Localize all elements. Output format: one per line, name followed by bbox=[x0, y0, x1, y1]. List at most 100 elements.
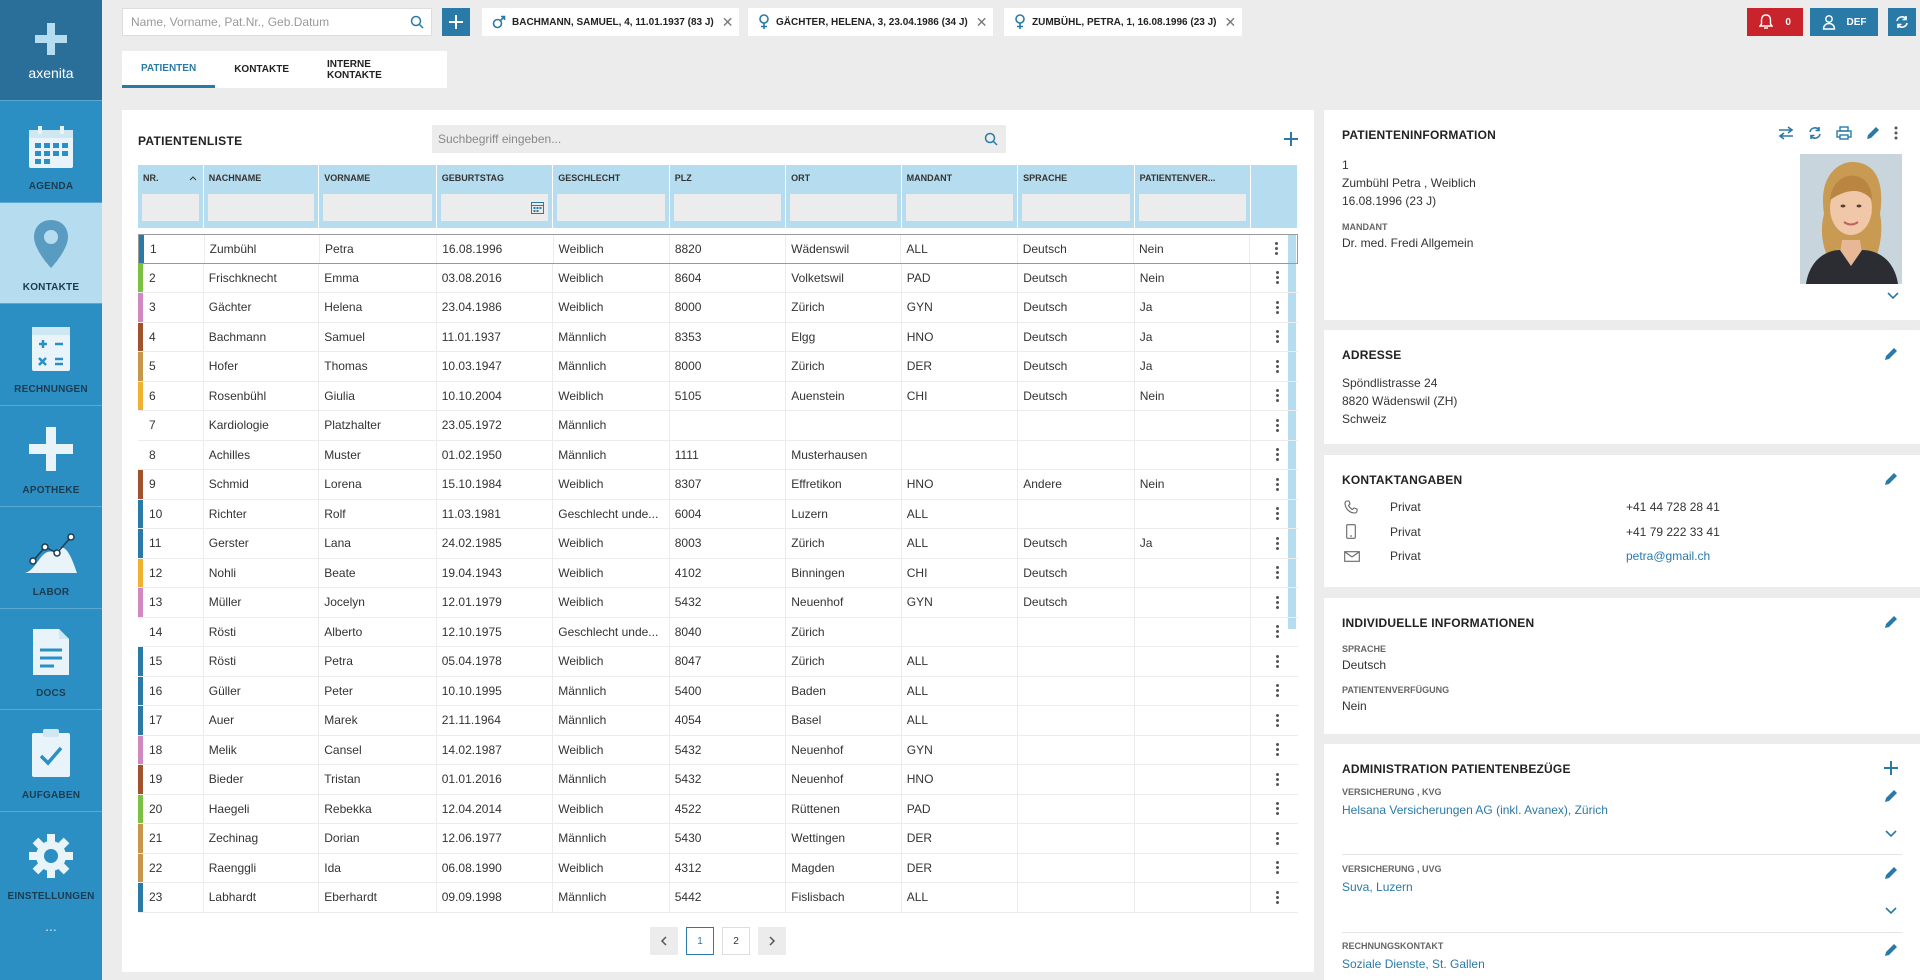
col-nr[interactable]: NR. bbox=[138, 165, 204, 191]
nav-apotheke[interactable]: APOTHEKE bbox=[0, 404, 102, 507]
admin-entry-link[interactable]: Suva, Luzern bbox=[1342, 878, 1413, 896]
plus-icon[interactable] bbox=[1884, 761, 1898, 775]
row-menu-button[interactable] bbox=[1251, 588, 1298, 617]
add-patient-icon[interactable] bbox=[1284, 132, 1298, 146]
chevron-down-icon[interactable] bbox=[1885, 907, 1897, 915]
row-menu-button[interactable] bbox=[1251, 411, 1298, 440]
row-menu-button[interactable] bbox=[1251, 470, 1298, 499]
table-row[interactable]: 13 Müller Jocelyn 12.01.1979 Weiblich 5432 Neu… bbox=[138, 588, 1298, 618]
patient-tab-gaechter[interactable]: GÄCHTER, HELENA, 3, 23.04.1986 (34 J) ✕ bbox=[748, 8, 994, 36]
row-menu-button[interactable] bbox=[1251, 352, 1298, 381]
row-menu-button[interactable] bbox=[1251, 647, 1298, 676]
filter-plz[interactable] bbox=[673, 194, 782, 221]
filter-sprache[interactable] bbox=[1022, 194, 1130, 221]
sync-icon[interactable] bbox=[1808, 126, 1822, 140]
row-menu-button[interactable] bbox=[1251, 382, 1298, 411]
col-patientenverfuegung[interactable]: PATIENTENVER... bbox=[1135, 165, 1252, 191]
search-icon[interactable] bbox=[984, 132, 1006, 146]
filter-ort[interactable] bbox=[790, 194, 897, 221]
edit-icon[interactable] bbox=[1884, 347, 1898, 361]
filter-mandant[interactable] bbox=[905, 194, 1014, 221]
alarm-button[interactable]: 0 bbox=[1747, 8, 1803, 36]
close-icon[interactable]: ✕ bbox=[1225, 14, 1237, 31]
row-menu-button[interactable] bbox=[1251, 736, 1298, 765]
edit-icon[interactable] bbox=[1884, 866, 1898, 880]
nav-agenda[interactable]: AGENDA bbox=[0, 100, 102, 202]
col-nachname[interactable]: NACHNAME bbox=[204, 165, 320, 191]
close-icon[interactable]: ✕ bbox=[722, 14, 734, 31]
table-row[interactable]: 8 Achilles Muster 01.02.1950 Männlich 1111 Mus… bbox=[138, 440, 1298, 470]
print-icon[interactable] bbox=[1836, 126, 1852, 140]
prev-page-button[interactable] bbox=[650, 927, 678, 955]
table-row[interactable]: 19 Bieder Tristan 01.01.2016 Männlich 5432 Neu… bbox=[138, 765, 1298, 795]
row-menu-button[interactable] bbox=[1251, 706, 1298, 735]
table-row[interactable]: 4 Bachmann Samuel 11.01.1937 Männlich 8353 Elg… bbox=[138, 322, 1298, 352]
row-menu-button[interactable] bbox=[1251, 883, 1298, 912]
nav-einstellungen[interactable]: EINSTELLUNGEN bbox=[0, 810, 102, 913]
patient-search-input[interactable] bbox=[123, 9, 403, 35]
filter-vorname[interactable] bbox=[323, 194, 432, 221]
table-row[interactable]: 17 Auer Marek 21.11.1964 Männlich 4054 Basel AL… bbox=[138, 706, 1298, 736]
row-menu-button[interactable] bbox=[1250, 235, 1297, 263]
list-search-input[interactable] bbox=[432, 132, 984, 146]
nav-rechnungen[interactable]: RECHNUNGEN bbox=[0, 303, 102, 405]
search-icon[interactable] bbox=[403, 15, 431, 29]
tab-kontakte[interactable]: KONTAKTE bbox=[215, 51, 308, 88]
nav-aufgaben[interactable]: AUFGABEN bbox=[0, 709, 102, 811]
edit-icon[interactable] bbox=[1866, 126, 1880, 140]
table-row[interactable]: 23 Labhardt Eberhardt 09.09.1998 Männlich 544… bbox=[138, 883, 1298, 913]
row-menu-button[interactable] bbox=[1251, 500, 1298, 529]
row-menu-button[interactable] bbox=[1251, 529, 1298, 558]
table-row[interactable]: 16 Güller Peter 10.10.1995 Männlich 5400 Baden… bbox=[138, 676, 1298, 706]
col-vorname[interactable]: VORNAME bbox=[319, 165, 437, 191]
edit-icon[interactable] bbox=[1884, 472, 1898, 486]
next-page-button[interactable] bbox=[758, 927, 786, 955]
tab-patienten[interactable]: PATIENTEN bbox=[122, 51, 216, 88]
row-menu-button[interactable] bbox=[1251, 765, 1298, 794]
filter-nr[interactable] bbox=[142, 194, 199, 221]
table-row[interactable]: 5 Hofer Thomas 10.03.1947 Männlich 8000 Zürich… bbox=[138, 352, 1298, 382]
row-menu-button[interactable] bbox=[1251, 795, 1298, 824]
col-mandant[interactable]: MANDANT bbox=[902, 165, 1019, 191]
axenita-logo[interactable]: axenita bbox=[0, 0, 102, 100]
row-menu-button[interactable] bbox=[1251, 854, 1298, 883]
nav-kontakte[interactable]: KONTAKTE bbox=[0, 201, 102, 303]
nav-more[interactable]: ... bbox=[0, 918, 102, 934]
table-row[interactable]: 7 Kardiologie Platzhalter 23.05.1972 Männlic… bbox=[138, 411, 1298, 441]
patient-tab-bachmann[interactable]: BACHMANN, SAMUEL, 4, 11.01.1937 (83 J) ✕ bbox=[482, 8, 740, 36]
tab-interne-kontakte[interactable]: INTERNE KONTAKTE bbox=[308, 51, 447, 88]
chevron-down-icon[interactable] bbox=[1885, 830, 1897, 838]
col-plz[interactable]: PLZ bbox=[670, 165, 787, 191]
close-icon[interactable]: ✕ bbox=[976, 14, 988, 31]
table-row[interactable]: 2 Frischknecht Emma 03.08.2016 Weiblich 8604 V… bbox=[138, 263, 1298, 293]
table-row[interactable]: 20 Haegeli Rebekka 12.04.2014 Weiblich 4522 Rü… bbox=[138, 794, 1298, 824]
row-menu-button[interactable] bbox=[1251, 677, 1298, 706]
table-row[interactable]: 1 Zumbühl Petra 16.08.1996 Weiblich 8820 Wäden… bbox=[138, 234, 1298, 264]
filter-patientenverfuegung[interactable] bbox=[1138, 194, 1247, 221]
row-menu-button[interactable] bbox=[1251, 618, 1298, 647]
nav-docs[interactable]: DOCS bbox=[0, 607, 102, 710]
filter-nachname[interactable] bbox=[207, 194, 315, 221]
sync-button[interactable] bbox=[1888, 8, 1916, 36]
col-geschlecht[interactable]: GESCHLECHT bbox=[553, 165, 670, 191]
col-geburtstag[interactable]: GEBURTSTAG bbox=[437, 165, 554, 191]
table-row[interactable]: 12 Nohli Beate 19.04.1943 Weiblich 4102 Binnin… bbox=[138, 558, 1298, 588]
admin-entry-link[interactable]: Helsana Versicherungen AG (inkl. Avanex)… bbox=[1342, 801, 1608, 819]
more-vertical-icon[interactable] bbox=[1894, 126, 1898, 140]
user-button[interactable]: DEF bbox=[1810, 8, 1878, 36]
swap-icon[interactable] bbox=[1778, 126, 1794, 140]
edit-icon[interactable] bbox=[1884, 615, 1898, 629]
table-row[interactable]: 6 Rosenbühl Giulia 10.10.2004 Weiblich 5105 Au… bbox=[138, 381, 1298, 411]
row-menu-button[interactable] bbox=[1251, 441, 1298, 470]
add-patient-button[interactable] bbox=[442, 8, 470, 36]
table-row[interactable]: 11 Gerster Lana 24.02.1985 Weiblich 8003 Züric… bbox=[138, 529, 1298, 559]
nav-labor[interactable]: LABOR bbox=[0, 506, 102, 608]
table-row[interactable]: 14 Rösti Alberto 12.10.1975 Geschlecht unde.… bbox=[138, 617, 1298, 647]
calendar-icon[interactable] bbox=[531, 201, 545, 214]
page-button-2[interactable]: 2 bbox=[722, 927, 750, 955]
table-row[interactable]: 15 Rösti Petra 05.04.1978 Weiblich 8047 Zürich… bbox=[138, 647, 1298, 677]
row-menu-button[interactable] bbox=[1251, 323, 1298, 352]
row-menu-button[interactable] bbox=[1251, 293, 1298, 322]
admin-entry-link[interactable]: Soziale Dienste, St. Gallen bbox=[1342, 955, 1485, 973]
table-row[interactable]: 22 Raenggli Ida 06.08.1990 Weiblich 4312 Magde… bbox=[138, 853, 1298, 883]
